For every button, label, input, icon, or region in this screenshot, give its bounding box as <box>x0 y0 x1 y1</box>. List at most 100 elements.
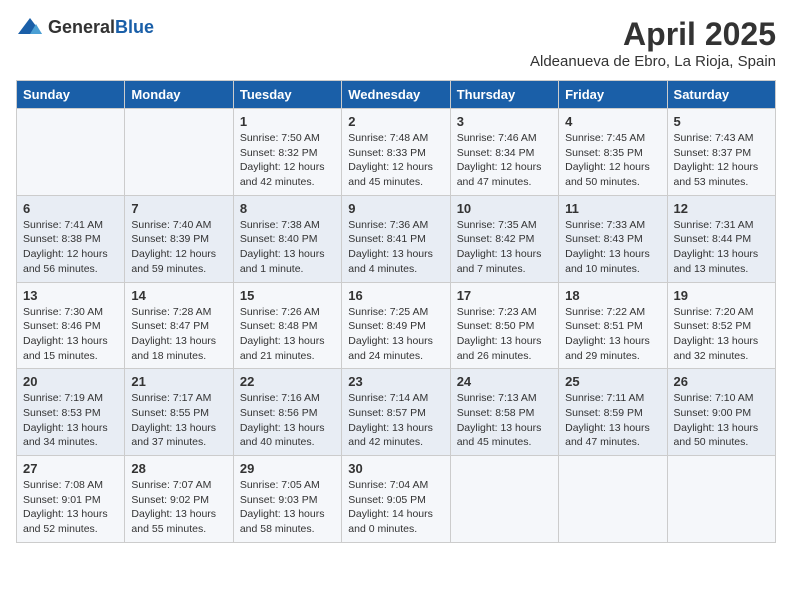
cell-info: Sunrise: 7:25 AMSunset: 8:49 PMDaylight:… <box>348 306 433 362</box>
table-cell: 15Sunrise: 7:26 AMSunset: 8:48 PMDayligh… <box>233 282 341 369</box>
day-number: 20 <box>23 374 118 389</box>
day-number: 3 <box>457 114 552 129</box>
table-cell: 19Sunrise: 7:20 AMSunset: 8:52 PMDayligh… <box>667 282 775 369</box>
cell-info: Sunrise: 7:14 AMSunset: 8:57 PMDaylight:… <box>348 392 433 448</box>
month-title: April 2025 <box>530 16 776 53</box>
calendar-week-row: 1 Sunrise: 7:50 AMSunset: 8:32 PMDaylight… <box>17 109 776 196</box>
table-cell: 7 Sunrise: 7:40 AMSunset: 8:39 PMDaylight… <box>125 195 233 282</box>
table-cell: 25 Sunrise: 7:11 AMSunset: 8:59 PMDayligh… <box>559 369 667 456</box>
day-number: 28 <box>131 461 226 476</box>
table-cell: 8 Sunrise: 7:38 AMSunset: 8:40 PMDaylight… <box>233 195 341 282</box>
day-number: 15 <box>240 288 335 303</box>
col-monday: Monday <box>125 81 233 109</box>
col-friday: Friday <box>559 81 667 109</box>
day-number: 10 <box>457 201 552 216</box>
table-cell: 18 Sunrise: 7:22 AMSunset: 8:51 PMDayligh… <box>559 282 667 369</box>
day-number: 11 <box>565 201 660 216</box>
col-saturday: Saturday <box>667 81 775 109</box>
cell-info: Sunrise: 7:48 AMSunset: 8:33 PMDaylight:… <box>348 132 433 188</box>
table-cell: 1 Sunrise: 7:50 AMSunset: 8:32 PMDaylight… <box>233 109 341 196</box>
cell-info: Sunrise: 7:11 AMSunset: 8:59 PMDaylight:… <box>565 392 650 448</box>
day-number: 1 <box>240 114 335 129</box>
day-number: 17 <box>457 288 552 303</box>
day-number: 13 <box>23 288 118 303</box>
table-cell: 28 Sunrise: 7:07 AMSunset: 9:02 PMDayligh… <box>125 456 233 543</box>
cell-info: Sunrise: 7:20 AMSunset: 8:52 PMDaylight:… <box>674 306 759 362</box>
table-cell: 17 Sunrise: 7:23 AMSunset: 8:50 PMDayligh… <box>450 282 558 369</box>
cell-info: Sunrise: 7:28 AMSunset: 8:47 PMDaylight:… <box>131 306 216 362</box>
cell-info: Sunrise: 7:38 AMSunset: 8:40 PMDaylight:… <box>240 219 325 275</box>
col-wednesday: Wednesday <box>342 81 450 109</box>
cell-info: Sunrise: 7:40 AMSunset: 8:39 PMDaylight:… <box>131 219 216 275</box>
day-number: 7 <box>131 201 226 216</box>
cell-info: Sunrise: 7:45 AMSunset: 8:35 PMDaylight:… <box>565 132 650 188</box>
day-number: 22 <box>240 374 335 389</box>
cell-info: Sunrise: 7:10 AMSunset: 9:00 PMDaylight:… <box>674 392 759 448</box>
day-number: 27 <box>23 461 118 476</box>
cell-info: Sunrise: 7:17 AMSunset: 8:55 PMDaylight:… <box>131 392 216 448</box>
table-cell <box>559 456 667 543</box>
cell-info: Sunrise: 7:07 AMSunset: 9:02 PMDaylight:… <box>131 479 216 535</box>
day-number: 8 <box>240 201 335 216</box>
cell-info: Sunrise: 7:35 AMSunset: 8:42 PMDaylight:… <box>457 219 542 275</box>
cell-info: Sunrise: 7:05 AMSunset: 9:03 PMDaylight:… <box>240 479 325 535</box>
calendar-week-row: 13 Sunrise: 7:30 AMSunset: 8:46 PMDayligh… <box>17 282 776 369</box>
cell-info: Sunrise: 7:08 AMSunset: 9:01 PMDaylight:… <box>23 479 108 535</box>
calendar-week-row: 6 Sunrise: 7:41 AMSunset: 8:38 PMDaylight… <box>17 195 776 282</box>
table-cell: 30 Sunrise: 7:04 AMSunset: 9:05 PMDayligh… <box>342 456 450 543</box>
calendar-header-row: Sunday Monday Tuesday Wednesday Thursday… <box>17 81 776 109</box>
page-header: GeneralBlue April 2025 Aldeanueva de Ebr… <box>16 16 776 70</box>
day-number: 23 <box>348 374 443 389</box>
table-cell <box>125 109 233 196</box>
cell-info: Sunrise: 7:46 AMSunset: 8:34 PMDaylight:… <box>457 132 542 188</box>
table-cell: 24Sunrise: 7:13 AMSunset: 8:58 PMDayligh… <box>450 369 558 456</box>
day-number: 2 <box>348 114 443 129</box>
table-cell: 2 Sunrise: 7:48 AMSunset: 8:33 PMDaylight… <box>342 109 450 196</box>
cell-info: Sunrise: 7:30 AMSunset: 8:46 PMDaylight:… <box>23 306 108 362</box>
col-tuesday: Tuesday <box>233 81 341 109</box>
cell-info: Sunrise: 7:31 AMSunset: 8:44 PMDaylight:… <box>674 219 759 275</box>
logo: GeneralBlue <box>16 16 154 38</box>
table-cell: 13 Sunrise: 7:30 AMSunset: 8:46 PMDayligh… <box>17 282 125 369</box>
day-number: 29 <box>240 461 335 476</box>
day-number: 26 <box>674 374 769 389</box>
calendar-body: 1 Sunrise: 7:50 AMSunset: 8:32 PMDaylight… <box>17 109 776 543</box>
col-thursday: Thursday <box>450 81 558 109</box>
calendar-table: Sunday Monday Tuesday Wednesday Thursday… <box>16 80 776 543</box>
day-number: 14 <box>131 288 226 303</box>
calendar-week-row: 20 Sunrise: 7:19 AMSunset: 8:53 PMDayligh… <box>17 369 776 456</box>
table-cell: 4 Sunrise: 7:45 AMSunset: 8:35 PMDaylight… <box>559 109 667 196</box>
day-number: 18 <box>565 288 660 303</box>
table-cell: 26 Sunrise: 7:10 AMSunset: 9:00 PMDayligh… <box>667 369 775 456</box>
cell-info: Sunrise: 7:04 AMSunset: 9:05 PMDaylight:… <box>348 479 433 535</box>
logo-text: GeneralBlue <box>48 17 154 38</box>
cell-info: Sunrise: 7:13 AMSunset: 8:58 PMDaylight:… <box>457 392 542 448</box>
title-block: April 2025 Aldeanueva de Ebro, La Rioja,… <box>530 16 776 70</box>
table-cell: 9Sunrise: 7:36 AMSunset: 8:41 PMDaylight… <box>342 195 450 282</box>
cell-info: Sunrise: 7:22 AMSunset: 8:51 PMDaylight:… <box>565 306 650 362</box>
cell-info: Sunrise: 7:50 AMSunset: 8:32 PMDaylight:… <box>240 132 325 188</box>
table-cell: 3 Sunrise: 7:46 AMSunset: 8:34 PMDaylight… <box>450 109 558 196</box>
location-title: Aldeanueva de Ebro, La Rioja, Spain <box>530 53 776 70</box>
day-number: 30 <box>348 461 443 476</box>
day-number: 5 <box>674 114 769 129</box>
day-number: 21 <box>131 374 226 389</box>
table-cell: 12 Sunrise: 7:31 AMSunset: 8:44 PMDayligh… <box>667 195 775 282</box>
cell-info: Sunrise: 7:41 AMSunset: 8:38 PMDaylight:… <box>23 219 108 275</box>
cell-info: Sunrise: 7:33 AMSunset: 8:43 PMDaylight:… <box>565 219 650 275</box>
table-cell: 27 Sunrise: 7:08 AMSunset: 9:01 PMDayligh… <box>17 456 125 543</box>
logo-blue: Blue <box>115 17 154 37</box>
day-number: 6 <box>23 201 118 216</box>
cell-info: Sunrise: 7:43 AMSunset: 8:37 PMDaylight:… <box>674 132 759 188</box>
cell-info: Sunrise: 7:36 AMSunset: 8:41 PMDaylight:… <box>348 219 433 275</box>
table-cell: 6 Sunrise: 7:41 AMSunset: 8:38 PMDaylight… <box>17 195 125 282</box>
cell-info: Sunrise: 7:19 AMSunset: 8:53 PMDaylight:… <box>23 392 108 448</box>
table-cell: 5 Sunrise: 7:43 AMSunset: 8:37 PMDaylight… <box>667 109 775 196</box>
cell-info: Sunrise: 7:16 AMSunset: 8:56 PMDaylight:… <box>240 392 325 448</box>
cell-info: Sunrise: 7:23 AMSunset: 8:50 PMDaylight:… <box>457 306 542 362</box>
day-number: 25 <box>565 374 660 389</box>
logo-icon <box>16 16 44 38</box>
table-cell: 10 Sunrise: 7:35 AMSunset: 8:42 PMDayligh… <box>450 195 558 282</box>
day-number: 12 <box>674 201 769 216</box>
day-number: 4 <box>565 114 660 129</box>
